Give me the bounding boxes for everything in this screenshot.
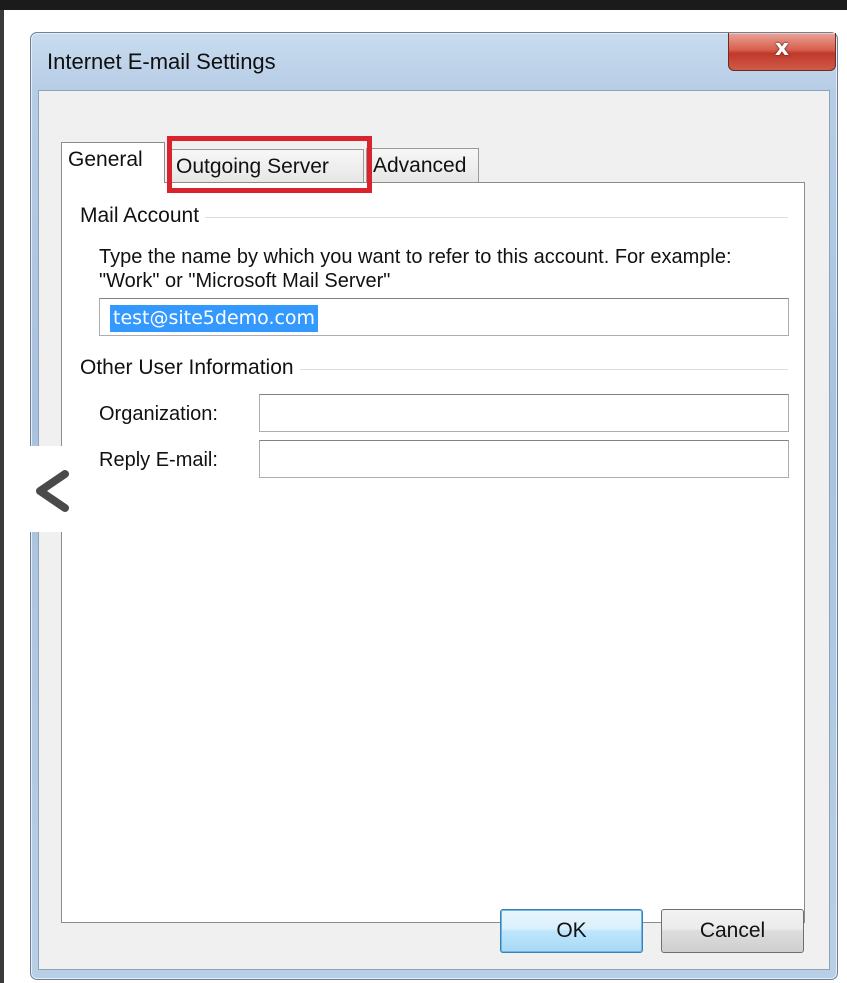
organization-input[interactable]: [260, 395, 788, 431]
organization-label: Organization:: [99, 403, 218, 425]
general-tab-page: Mail Account Type the name by which you …: [61, 182, 805, 923]
background-left-edge: [0, 10, 4, 983]
dialog-title: Internet E-mail Settings: [47, 49, 276, 74]
close-button[interactable]: x: [728, 33, 836, 71]
organization-field[interactable]: [259, 394, 789, 432]
tab-advanced[interactable]: Advanced: [366, 148, 479, 184]
reply-email-input[interactable]: [260, 441, 788, 477]
account-name-field[interactable]: test@site5demo.com: [99, 298, 789, 336]
previous-slide-button[interactable]: [23, 446, 78, 532]
outgoing-server-highlight: [167, 136, 372, 193]
reply-email-label: Reply E-mail:: [99, 449, 218, 471]
internet-email-settings-dialog: Internet E-mail Settings x Advanced Outg…: [30, 32, 838, 980]
other-user-info-group-title: Other User Information: [80, 356, 300, 380]
reply-email-field[interactable]: [259, 440, 789, 478]
chevron-left-icon: [36, 470, 69, 512]
close-icon: x: [774, 36, 790, 61]
tab-general-label: General: [68, 148, 143, 171]
dialog-client-area: Advanced Outgoing Server General Mail Ac…: [38, 90, 830, 970]
tab-general[interactable]: General: [61, 142, 165, 183]
tab-advanced-label: Advanced: [373, 154, 467, 177]
background-top-strip: [0, 0, 847, 10]
account-name-selected-text: test@site5demo.com: [110, 305, 319, 332]
ok-button[interactable]: OK: [500, 909, 643, 953]
mail-account-group-title: Mail Account: [80, 204, 206, 228]
account-name-description: Type the name by which you want to refer…: [99, 246, 732, 292]
cancel-button[interactable]: Cancel: [661, 909, 804, 953]
